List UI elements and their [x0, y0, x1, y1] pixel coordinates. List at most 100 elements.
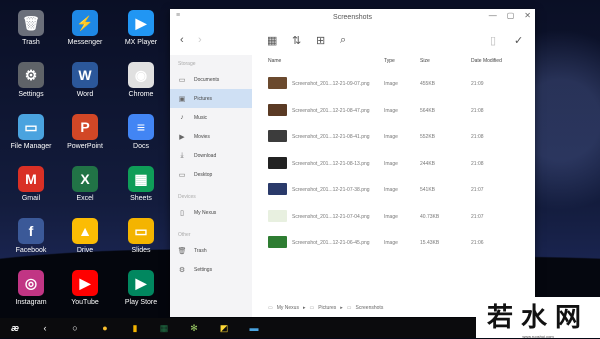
sidebar-section-storage: Storage — [178, 61, 196, 67]
messenger-task-icon[interactable]: ● — [98, 321, 112, 335]
excel-task-icon[interactable]: ▦ — [157, 321, 171, 335]
desktop-icon-9[interactable]: M Gmail — [3, 166, 59, 202]
search-icon[interactable]: ⌕ — [340, 34, 346, 47]
folder-icon: ▭ — [268, 305, 273, 311]
start-menu-icon[interactable]: æ — [8, 321, 22, 335]
breadcrumb-item[interactable]: My Nexus — [277, 305, 299, 311]
settings-task-icon[interactable]: ✻ — [187, 321, 201, 335]
sidebar-item[interactable]: ▭ Desktop — [170, 165, 252, 184]
sidebar-item[interactable]: 🗑 Trash — [170, 241, 252, 260]
desktop-icon-11[interactable]: ▦ Sheets — [113, 166, 169, 202]
table-row[interactable]: Screenshot_201...12-21-08-13.png Image 244… — [252, 149, 535, 175]
desktop-icon-4[interactable]: W Word — [57, 62, 113, 98]
back-nav-icon[interactable]: ‹ — [38, 321, 52, 335]
desktop-icon-label: Slides — [131, 247, 151, 254]
file-manager-task-icon[interactable]: ▬ — [247, 321, 261, 335]
forward-arrow-icon[interactable]: › — [198, 34, 202, 46]
file-type: Image — [384, 187, 398, 193]
new-folder-icon[interactable]: ⊞ — [316, 34, 325, 47]
app-icon: ◉ — [128, 62, 154, 88]
desktop-icon-label: Chrome — [128, 91, 154, 98]
desktop-icon-8[interactable]: ≡ Docs — [113, 114, 169, 150]
desktop-icon-7[interactable]: P PowerPoint — [57, 114, 113, 150]
desktop-icon-17[interactable]: ▶ Play Store — [113, 270, 169, 306]
sidebar-item-icon: ♪ — [180, 114, 184, 121]
desktop-icon-5[interactable]: ◉ Chrome — [113, 62, 169, 98]
file-type: Image — [384, 134, 398, 140]
window-titlebar: ≡ Screenshots — ▢ ✕ — [170, 9, 535, 25]
file-size: 541KB — [420, 187, 436, 193]
desktop-icon-16[interactable]: ▶ YouTube — [57, 270, 113, 306]
sidebar-item-label: Download — [194, 152, 217, 159]
app-icon: ▦ — [128, 166, 154, 192]
column-name-header[interactable]: Name — [268, 58, 281, 64]
desktop-icon-3[interactable]: ⚙ Settings — [3, 62, 59, 98]
sidebar-item[interactable]: ▶ Movies — [170, 127, 252, 146]
desktop-icon-14[interactable]: ▭ Slides — [113, 218, 169, 254]
sidebar-item-label: My Nexus — [194, 209, 217, 216]
breadcrumb-item[interactable]: Screenshots — [356, 305, 384, 311]
file-size: 244KB — [420, 160, 436, 167]
app-icon: f — [18, 218, 44, 244]
file-manager-window: ≡ Screenshots — ▢ ✕ ‹ › ▦ ⇅ ⊞ ⌕ ▯ ✓ Stor… — [170, 9, 535, 317]
delete-icon[interactable]: ▯ — [490, 34, 496, 47]
breadcrumb-item[interactable]: Pictures — [318, 305, 336, 311]
maximize-button[interactable]: ▢ — [507, 11, 515, 20]
desktop-icon-0[interactable]: 🗑 Trash — [3, 10, 59, 46]
sidebar-item-label: Desktop — [194, 171, 213, 178]
table-row[interactable]: Screenshot_201...12-21-08-47.png Image 564… — [252, 96, 535, 122]
table-row[interactable]: Screenshot_201...12-21-09-07.png Image 455… — [252, 69, 535, 95]
file-thumbnail — [268, 236, 287, 248]
file-size: 40.73KB — [420, 213, 440, 220]
desktop-icon-label: Settings — [18, 91, 44, 98]
column-size-header[interactable]: Size — [420, 58, 430, 64]
column-type-header[interactable]: Type — [384, 58, 395, 64]
minimize-button[interactable]: — — [489, 11, 497, 20]
app-icon: ⚙ — [18, 62, 44, 88]
folder-icon: ▭ — [346, 305, 352, 311]
home-nav-icon[interactable]: ○ — [68, 321, 82, 335]
sidebar-section-other: Other — [178, 232, 191, 238]
desktop-icon-12[interactable]: f Facebook — [3, 218, 59, 254]
sidebar-item[interactable]: ⚙ Settings — [170, 260, 252, 279]
sidebar-item-icon: ▭ — [178, 76, 186, 84]
table-row[interactable]: Screenshot_201...12-21-08-41.png Image 552… — [252, 122, 535, 148]
file-type: Image — [384, 107, 398, 114]
sidebar-item[interactable]: ▣ Pictures — [170, 89, 252, 108]
file-name: Screenshot_201...12-21-07-38.png — [292, 187, 370, 193]
breadcrumb-separator-icon: ▸ — [302, 305, 306, 311]
close-button[interactable]: ✕ — [524, 11, 531, 20]
app-icon: ▭ — [128, 218, 154, 244]
table-row[interactable]: Screenshot_201...12-21-07-04.png Image 40.… — [252, 202, 535, 228]
sidebar-item[interactable]: ♪ Music — [170, 108, 252, 127]
desktop-icon-6[interactable]: ▭ File Manager — [3, 114, 59, 150]
toolbar: ‹ › ▦ ⇅ ⊞ ⌕ ▯ ✓ — [170, 25, 535, 55]
desktop-icon-10[interactable]: X Excel — [57, 166, 113, 202]
file-size: 552KB — [420, 134, 436, 140]
desktop-icon-1[interactable]: ⚡ Messenger — [57, 10, 113, 46]
sidebar-item[interactable]: ▯ My Nexus — [170, 203, 252, 222]
file-date: 21:08 — [471, 134, 484, 140]
select-check-icon[interactable]: ✓ — [514, 34, 523, 47]
window-menu-icon[interactable]: ≡ — [176, 12, 180, 19]
desktop-icon-15[interactable]: ◎ Instagram — [3, 270, 59, 306]
sidebar-item[interactable]: ⤓ Download — [170, 146, 252, 165]
drive-task-icon[interactable]: ◩ — [217, 321, 231, 335]
desktop-icon-13[interactable]: ▲ Drive — [57, 218, 113, 254]
sidebar-item-icon: ⚙ — [178, 266, 186, 274]
app-icon: P — [72, 114, 98, 140]
back-arrow-icon[interactable]: ‹ — [180, 34, 184, 46]
file-type: Image — [384, 240, 398, 246]
column-date-header[interactable]: Date Modified — [471, 58, 502, 64]
grid-view-icon[interactable]: ▦ — [267, 34, 277, 47]
file-size: 455KB — [420, 81, 436, 87]
table-row[interactable]: Screenshot_201...12-21-07-38.png Image 541… — [252, 175, 535, 201]
table-row[interactable]: Screenshot_201...12-21-06-45.png Image 15.… — [252, 228, 535, 254]
sort-icon[interactable]: ⇅ — [292, 34, 301, 47]
slides-task-icon[interactable]: ▮ — [128, 321, 142, 335]
file-thumbnail — [268, 183, 287, 195]
sidebar-item[interactable]: ▭ Documents — [170, 70, 252, 89]
app-icon: ▶ — [128, 10, 154, 36]
desktop-icon-2[interactable]: ▶ MX Player — [113, 10, 169, 46]
app-icon: ▶ — [72, 270, 98, 296]
